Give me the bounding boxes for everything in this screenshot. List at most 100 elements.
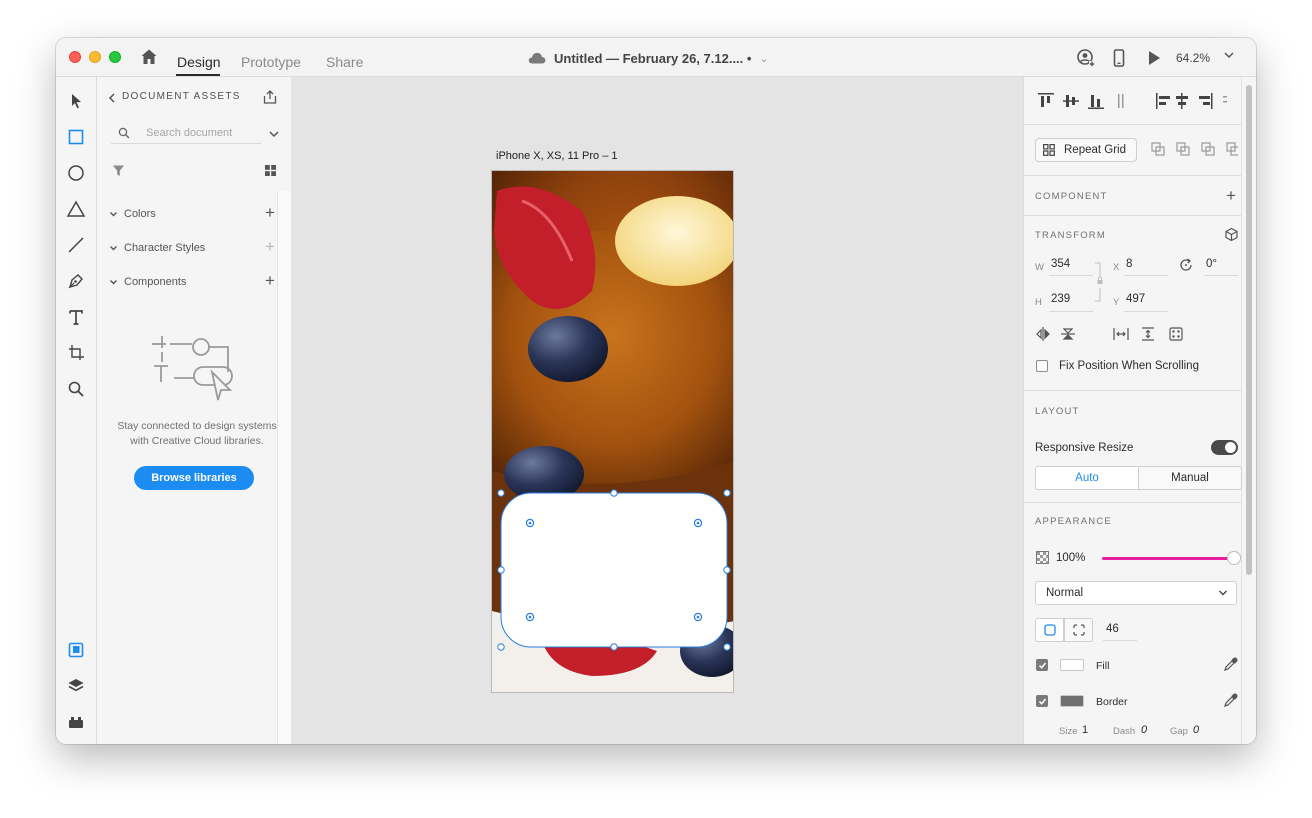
border-gap-label: Gap [1170,726,1188,737]
user-add-icon[interactable] [1076,48,1096,68]
app-window: Design Prototype Share Untitled — Februa… [56,38,1256,744]
document-assets-panel [97,77,277,744]
fix-position-checkbox[interactable] [1036,360,1048,372]
expand-chevron-icon [110,211,117,216]
minimize-window-button[interactable] [89,51,101,63]
line-tool-icon[interactable] [66,235,86,255]
tab-prototype[interactable]: Prototype [241,54,301,70]
x-input[interactable]: 8 [1126,258,1132,270]
add-character-style-button[interactable]: + [265,238,275,255]
section-label: Character Styles [124,242,206,254]
3d-transform-icon[interactable] [1224,227,1239,242]
repeat-grid-label: Repeat Grid [1064,144,1127,156]
assets-heading: DOCUMENT ASSETS [122,91,241,102]
artboard-photo[interactable] [492,171,734,693]
check-icon [1038,662,1047,669]
filter-icon[interactable] [112,164,125,177]
rotate-icon [1180,258,1192,271]
resize-mode-auto[interactable]: Auto [1035,466,1139,490]
search-input[interactable]: Search document [146,127,232,139]
pen-tool-icon[interactable] [66,271,86,291]
uniform-corners-button[interactable] [1035,618,1064,642]
document-title[interactable]: Untitled — February 26, 7.12.... • ⌄ [528,49,769,67]
select-tool-icon[interactable] [66,91,86,111]
responsive-resize-toggle[interactable] [1211,440,1238,455]
artboard-label[interactable]: iPhone X, XS, 11 Pro – 1 [496,150,617,162]
home-icon[interactable] [140,48,158,66]
inspector-scrollbar-thumb[interactable] [1246,85,1252,575]
opacity-icon [1036,551,1049,564]
eyedropper-icon[interactable] [1223,693,1238,708]
inspector-divider [1023,215,1241,216]
text-tool-icon[interactable] [66,307,86,327]
corner-radius-input[interactable]: 46 [1106,623,1119,635]
rotation-input[interactable]: 0° [1206,258,1217,270]
rectangle-tool-icon[interactable] [66,127,86,147]
opacity-slider-handle[interactable] [1227,551,1241,565]
fill-color-swatch[interactable] [1060,659,1084,671]
y-input[interactable]: 497 [1126,293,1145,305]
height-label: H [1035,297,1042,308]
input-underline [1049,311,1093,312]
width-input[interactable]: 354 [1051,258,1070,270]
grid-view-icon[interactable] [264,164,277,177]
inspector-scrollbar[interactable] [1241,77,1256,744]
tab-design[interactable]: Design [177,54,221,70]
y-label: Y [1113,297,1120,308]
assets-panel-icon[interactable] [66,640,86,660]
assets-section-components[interactable]: Components [109,275,186,289]
border-label: Border [1096,696,1128,708]
height-input[interactable]: 239 [1051,293,1070,305]
zoom-window-button[interactable] [109,51,121,63]
play-icon[interactable] [1144,48,1164,68]
add-component-button[interactable]: + [265,272,275,289]
mobile-preview-icon[interactable] [1109,48,1129,68]
eyedropper-icon[interactable] [1223,657,1238,672]
input-underline [1204,275,1238,276]
polygon-tool-icon[interactable] [66,199,86,219]
create-component-button[interactable]: + [1226,187,1236,204]
zoom-level[interactable]: 64.2% [1176,51,1210,65]
add-color-button[interactable]: + [265,204,275,221]
border-dash-input[interactable]: 0 [1141,724,1147,736]
design-canvas[interactable]: iPhone X, XS, 11 Pro – 1 [291,77,1023,744]
artboard[interactable] [491,170,734,693]
expand-chevron-icon [110,279,117,284]
border-size-input[interactable]: 1 [1082,724,1088,736]
check-icon [1038,698,1047,705]
input-underline [1124,311,1168,312]
zoom-tool-icon[interactable] [66,379,86,399]
browse-libraries-button[interactable]: Browse libraries [134,466,254,490]
opacity-slider-track[interactable] [1102,557,1234,560]
opacity-input[interactable]: 100% [1056,552,1085,564]
ellipse-tool-icon[interactable] [66,163,86,183]
border-checkbox[interactable] [1036,695,1048,707]
artboard-tool-icon[interactable] [66,343,86,363]
title-bar: Design Prototype Share Untitled — Februa… [56,38,1256,77]
fill-checkbox[interactable] [1036,659,1048,671]
tab-share[interactable]: Share [326,54,363,70]
zoom-chevron-down-icon[interactable] [1222,48,1236,62]
border-gap-input[interactable]: 0 [1193,724,1199,736]
blend-chevron-down-icon [1219,590,1227,596]
share-export-icon[interactable] [262,89,278,105]
plugins-panel-icon[interactable] [66,712,86,732]
x-label: X [1113,262,1120,273]
boolean-ops-icon[interactable] [1150,141,1238,157]
assets-section-colors[interactable]: Colors [109,207,156,221]
flip-distribute-toolbar[interactable] [1036,326,1186,342]
per-corner-button[interactable] [1064,618,1093,642]
inspector-divider [1023,124,1241,125]
assets-section-character-styles[interactable]: Character Styles [109,241,205,255]
back-chevron-icon[interactable] [108,93,116,103]
close-window-button[interactable] [69,51,81,63]
border-color-swatch[interactable] [1060,695,1084,707]
resize-mode-manual[interactable]: Manual [1138,466,1242,490]
document-title-text: Untitled — February 26, 7.12.... • [554,50,752,66]
section-label: Components [124,276,187,288]
lock-aspect-icon[interactable] [1094,262,1106,302]
layers-panel-icon[interactable] [66,676,86,696]
fix-position-label: Fix Position When Scrolling [1059,360,1199,372]
search-filter-chevron-icon[interactable] [268,128,280,140]
assets-scrollbar[interactable] [277,191,291,744]
